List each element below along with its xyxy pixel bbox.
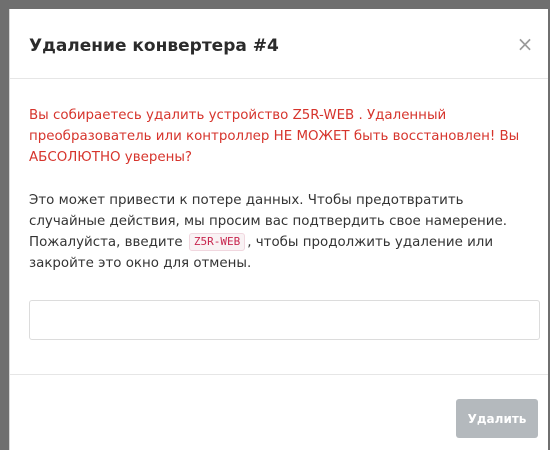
confirm-device-name-input[interactable] xyxy=(29,300,540,340)
backdrop-left-edge xyxy=(0,0,9,450)
page-backdrop: Удаление конвертера #4 × Вы собираетесь … xyxy=(0,0,550,450)
delete-button[interactable]: Удалить xyxy=(456,399,538,438)
warning-message: Вы собираетесь удалить устройство Z5R-WE… xyxy=(29,108,520,165)
device-code-chip: Z5R-WEB xyxy=(188,233,246,251)
backdrop-top-edge xyxy=(0,0,550,9)
modal-title: Удаление конвертера #4 xyxy=(29,36,279,56)
close-icon[interactable]: × xyxy=(517,32,534,56)
footer-divider xyxy=(10,374,548,375)
delete-converter-modal: Удаление конвертера #4 × Вы собираетесь … xyxy=(9,9,548,450)
info-message: Это может привести к потере данных. Чтоб… xyxy=(29,190,539,274)
close-button[interactable]: × xyxy=(514,33,536,55)
modal-header: Удаление конвертера #4 × xyxy=(10,9,548,79)
